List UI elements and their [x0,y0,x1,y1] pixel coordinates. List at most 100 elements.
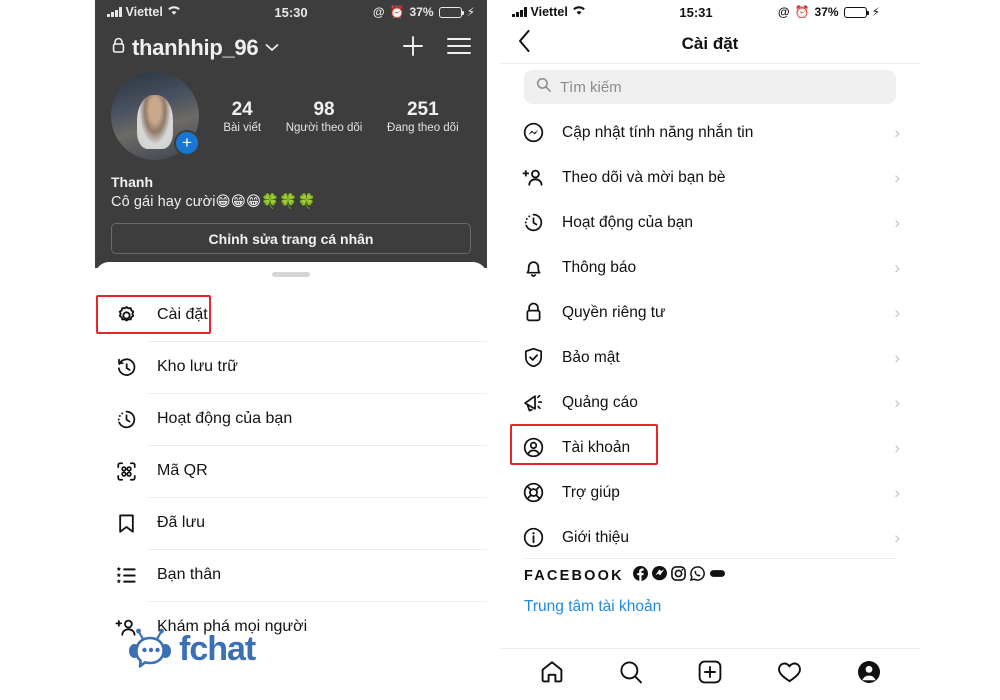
menu-item-label: Cài đặt [157,306,208,323]
bell-icon [520,256,546,279]
home-icon[interactable] [539,659,565,690]
profile-username[interactable]: thanhhip_96 [132,35,259,61]
profile-bio: Cô gái hay cười😁😁😁🍀🍀🍀 [111,194,316,210]
fchat-watermark: fchat [128,626,256,673]
settings-item-your-activity[interactable]: Hoạt động của bạn › [500,200,920,245]
facebook-app-icons [632,566,726,586]
settings-item-account[interactable]: Tài khoản › [500,425,920,470]
settings-item-ads[interactable]: Quảng cáo › [500,380,920,425]
settings-gear-icon [113,304,139,327]
chevron-right-icon: › [894,348,900,367]
instagram-icon[interactable] [670,566,686,586]
facebook-icon[interactable] [632,566,648,586]
search-placeholder: Tìm kiếm [560,78,622,96]
qr-code-icon [113,460,139,483]
settings-item-notifications[interactable]: Thông báo › [500,245,920,290]
menu-item-archive[interactable]: Kho lưu trữ [95,341,487,393]
sheet-drag-handle[interactable] [272,272,310,277]
settings-header: Cài đặt [500,24,920,64]
settings-item-label: Hoạt động của bạn [562,213,693,231]
edit-profile-button[interactable]: Chỉnh sửa trang cá nhân [111,223,471,254]
hamburger-menu-icon[interactable] [447,37,471,60]
add-story-badge-icon[interactable]: + [174,130,200,156]
search-icon[interactable] [618,659,644,690]
battery-icon [438,6,465,18]
portal-icon[interactable] [709,566,726,586]
messenger-icon[interactable] [651,566,667,586]
menu-item-label: Kho lưu trữ [157,358,239,375]
settings-item-follow-invite[interactable]: Theo dõi và mời bạn bè › [500,155,920,200]
search-input[interactable]: Tìm kiếm [524,70,896,104]
settings-item-label: Cập nhật tính năng nhắn tin [562,123,754,141]
close-friends-list-icon [113,564,139,587]
settings-item-privacy[interactable]: Quyền riêng tư › [500,290,920,335]
chevron-right-icon: › [894,438,900,457]
settings-item-label: Trợ giúp [562,483,620,501]
page-title: Cài đặt [681,33,739,53]
settings-item-messaging-update[interactable]: Cập nhật tính năng nhắn tin › [500,110,920,155]
settings-item-label: Quyền riêng tư [562,303,666,321]
activity-clock-icon [520,211,546,234]
stat-value: 251 [406,99,439,121]
settings-item-label: Thông báo [562,258,637,276]
menu-item-label: Bạn thân [157,566,222,583]
menu-item-label: Hoạt động của bạn [157,410,293,427]
stat-followers[interactable]: 98 Người theo dõi [286,98,363,134]
profile-header: thanhhip_96 [95,26,487,70]
lock-icon [520,301,546,324]
settings-item-label: Quảng cáo [562,393,638,411]
search-icon [536,77,551,97]
settings-item-about[interactable]: Giới thiệu › [500,515,920,560]
profile-body: + 24 Bài viết 98 Người theo dõi 251 Đang… [95,72,487,254]
stat-label: Người theo dõi [285,121,363,134]
chevron-right-icon: › [894,213,900,232]
profile-stats: 24 Bài viết 98 Người theo dõi 251 Đang t… [199,98,471,134]
add-person-icon [520,166,546,189]
chevron-right-icon: › [894,303,900,322]
whatsapp-icon[interactable] [689,566,705,586]
account-center-link[interactable]: Trung tâm tài khoản [524,598,896,616]
facebook-section: FACEBOOK Trung tâm tài khoản [500,558,920,616]
shield-check-icon [520,346,546,369]
stat-following[interactable]: 251 Đang theo dõi [387,98,459,134]
chevron-right-icon: › [894,168,900,187]
profile-display-name: Thanh [111,174,153,190]
fchat-wordmark: fchat [179,630,256,668]
battery-icon [843,6,870,18]
activity-clock-icon [113,408,139,431]
settings-item-security[interactable]: Bảo mật › [500,335,920,380]
chevron-right-icon: › [894,483,900,502]
stat-label: Bài viết [223,121,262,134]
account-person-icon [520,436,546,459]
add-post-icon[interactable] [401,34,425,63]
avatar[interactable]: + [111,72,200,160]
settings-item-label: Theo dõi và mời bạn bè [562,168,726,186]
stat-value: 98 [313,99,335,121]
stat-posts[interactable]: 24 Bài viết [223,98,261,134]
profile-menu-list: Cài đặt Kho lưu trữ Hoạt động của bạn Mã… [95,289,487,653]
menu-item-your-activity[interactable]: Hoạt động của bạn [95,393,487,445]
stat-label: Đang theo dõi [387,121,459,134]
section-divider [524,558,896,559]
right-phone-screen: Viettel 15:31 @ ⏰ 37% ⚡ Cài đặt Tìm kiếm… [500,0,920,700]
menu-item-saved[interactable]: Đã lưu [95,497,487,549]
screenshot-root: Viettel 15:30 @ ⏰ 37% ⚡ thanhhip_96 + 24… [0,0,1000,700]
clock-label: 15:31 [679,4,713,20]
profile-avatar-icon[interactable] [856,659,882,690]
info-icon [520,526,546,549]
menu-item-label: Mã QR [157,462,208,479]
menu-item-settings[interactable]: Cài đặt [95,289,487,341]
settings-item-help[interactable]: Trợ giúp › [500,470,920,515]
chevron-down-icon[interactable] [265,39,279,57]
messenger-icon [520,121,546,144]
clock-label: 15:30 [274,4,308,20]
add-post-icon[interactable] [697,659,723,690]
settings-list: Cập nhật tính năng nhắn tin › Theo dõi v… [500,110,920,560]
menu-item-qr-code[interactable]: Mã QR [95,445,487,497]
menu-item-label: Đã lưu [157,514,206,531]
heart-icon[interactable] [776,659,803,690]
menu-item-close-friends[interactable]: Bạn thân [95,549,487,601]
settings-item-label: Bảo mật [562,348,620,366]
facebook-label: FACEBOOK [524,568,624,584]
lifebuoy-icon [520,481,546,504]
